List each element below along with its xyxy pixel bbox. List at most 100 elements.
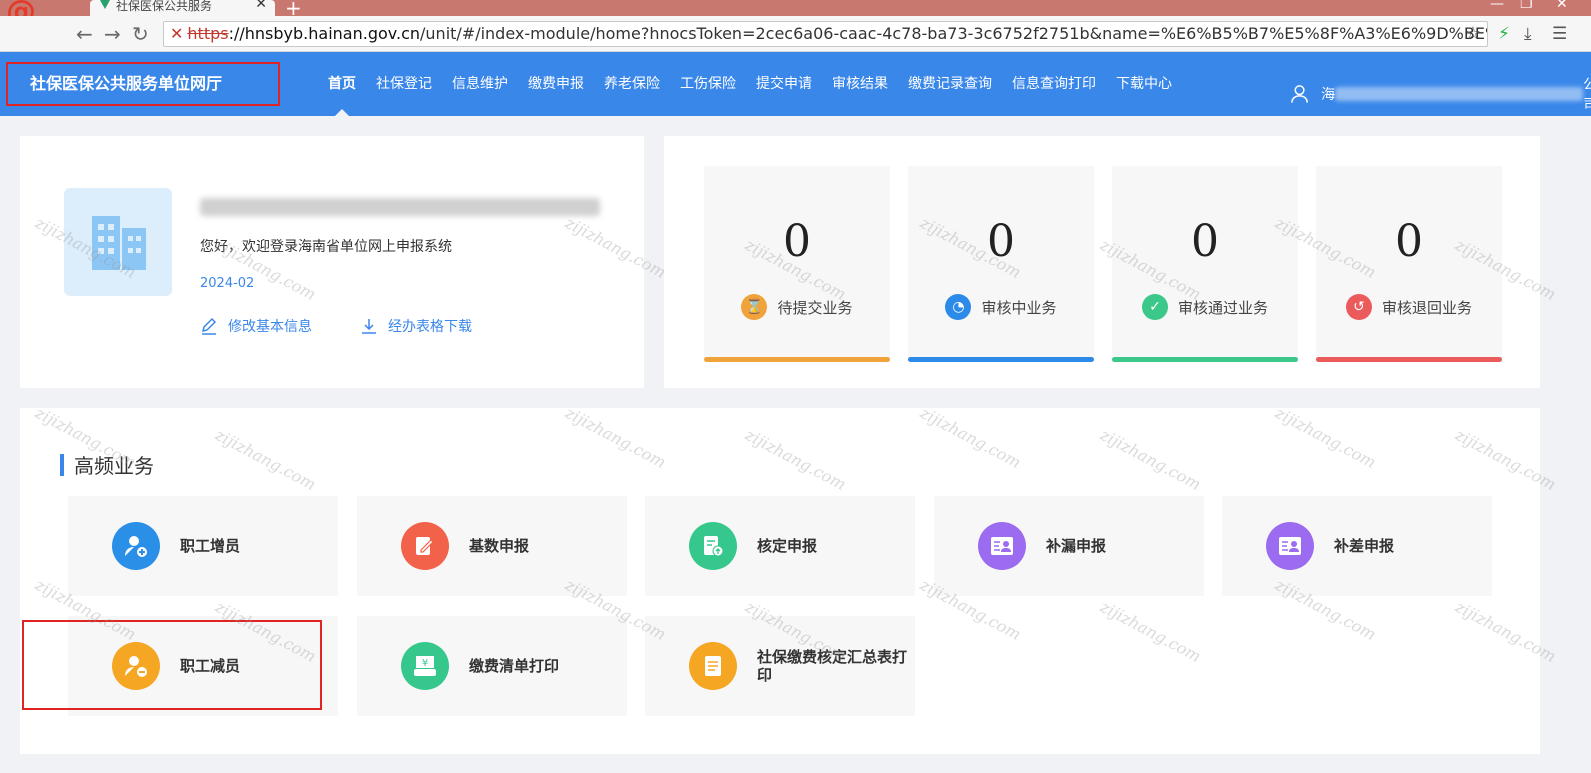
stat-card-1[interactable]: 0 ◔ 审核中业务	[908, 166, 1094, 362]
section-marker	[60, 453, 64, 476]
download-icon[interactable]: ⤓	[1524, 24, 1532, 44]
browser-tabstrip: @ 社保医保公共服务 ✕ + — ❐ ✕	[0, 0, 1591, 29]
stat-card-3[interactable]: 0 ↺ 审核退回业务	[1316, 166, 1502, 362]
nav-item-label: 审核结果	[832, 76, 888, 92]
active-caret-icon	[335, 109, 349, 116]
user-name-redacted	[1335, 87, 1584, 101]
business-tile-2[interactable]: 核定申报	[645, 496, 915, 596]
browser-tab[interactable]: 社保医保公共服务 ✕	[90, 0, 275, 16]
stat-label-row: ⌛ 待提交业务	[704, 294, 890, 320]
svg-text:¥: ¥	[422, 658, 428, 669]
stat-color-bar	[704, 357, 890, 362]
nav-item-5[interactable]: 工伤保险	[670, 52, 746, 116]
nav-item-label: 首页	[328, 76, 356, 92]
stat-label: 审核通过业务	[1177, 298, 1268, 317]
check-icon: ✓	[1141, 294, 1168, 320]
app-title[interactable]: 社保医保公共服务单位网厅	[6, 62, 280, 106]
user-name-suffix: 公司	[1583, 77, 1591, 113]
highlight-annotation-box	[22, 620, 322, 710]
stat-count: 0	[1395, 216, 1423, 267]
menu-icon[interactable]: ☰	[1552, 24, 1567, 44]
stat-label: 审核退回业务	[1381, 298, 1472, 317]
business-tile-1[interactable]: 基数申报	[357, 496, 627, 596]
edit-icon	[201, 317, 217, 335]
business-tile-label: 社保缴费核定汇总表打印	[757, 648, 908, 684]
stat-card-0[interactable]: 0 ⌛ 待提交业务	[704, 166, 890, 362]
business-tile-4[interactable]: 补差申报	[1222, 496, 1492, 596]
add-employee-icon	[112, 522, 160, 570]
nav-item-label: 下载中心	[1116, 76, 1172, 92]
business-tile-label: 核定申报	[757, 537, 818, 555]
minimize-icon[interactable]: —	[1490, 0, 1504, 12]
browser-toolbar: ← → ↻ ✕ https://hnsbyb.hainan.gov.cn/unit…	[0, 16, 1591, 52]
business-tile-label: 基数申报	[469, 537, 530, 555]
download-forms-label: 经办表格下载	[388, 319, 472, 335]
stat-color-bar	[1316, 357, 1502, 362]
stat-count: 0	[987, 216, 1015, 267]
back-icon[interactable]: ←	[76, 22, 93, 46]
summary-doc-icon	[689, 642, 737, 690]
stat-count: 0	[1191, 216, 1219, 267]
section-title: 高频业务	[60, 450, 154, 479]
business-tile-label: 缴费清单打印	[469, 657, 560, 675]
app-header: 社保医保公共服务单位网厅 首页 社保登记 信息维护 缴费申报 养老保险 工伤保险 提交申请 审…	[0, 52, 1591, 116]
nav-item-6[interactable]: 提交申请	[746, 52, 822, 116]
hourglass-icon: ⌛	[741, 294, 768, 320]
main-nav: 首页 社保登记 信息维护 缴费申报 养老保险 工伤保险 提交申请 审核结果 缴费记录查询 信息查询…	[318, 52, 1182, 116]
id-card-icon	[978, 522, 1026, 570]
user-area[interactable]: 海 公司	[1290, 74, 1591, 114]
business-tile-label: 补漏申报	[1046, 537, 1107, 555]
insecure-lock-icon: ✕	[170, 24, 184, 43]
url-host: ://hnsbyb.hainan.gov.cn	[228, 24, 421, 43]
welcome-text: 您好，欢迎登录海南省单位网上申报系统	[200, 239, 452, 255]
close-window-icon[interactable]: ✕	[1556, 0, 1568, 12]
reload-icon[interactable]: ↻	[132, 22, 149, 46]
yuan-print-icon: ¥	[401, 642, 449, 690]
nav-item-2[interactable]: 信息维护	[442, 52, 518, 116]
nav-item-4[interactable]: 养老保险	[594, 52, 670, 116]
company-name-redacted	[200, 198, 600, 216]
nav-item-7[interactable]: 审核结果	[822, 52, 898, 116]
bookmark-star-icon[interactable]: ☆	[1465, 22, 1481, 46]
nav-item-3[interactable]: 缴费申报	[518, 52, 594, 116]
user-name-prefix: 海	[1321, 87, 1336, 103]
nav-item-1[interactable]: 社保登记	[366, 52, 442, 116]
extension-icon[interactable]: ⚡	[1498, 24, 1510, 44]
edit-info-label: 修改基本信息	[228, 319, 312, 335]
business-tile-0[interactable]: 职工增员	[68, 496, 338, 596]
nav-item-10[interactable]: 下载中心	[1106, 52, 1182, 116]
download-forms-link[interactable]: 经办表格下载	[360, 316, 472, 336]
download-arrow-icon	[362, 319, 376, 334]
id-card-icon	[1266, 522, 1314, 570]
edit-info-link[interactable]: 修改基本信息	[200, 316, 312, 336]
stat-label-row: ✓ 审核通过业务	[1112, 294, 1298, 320]
business-tile-label: 职工增员	[180, 537, 241, 555]
nav-item-0[interactable]: 首页	[318, 52, 366, 116]
stat-label: 待提交业务	[777, 298, 853, 317]
user-icon	[1291, 85, 1308, 103]
clock-icon: ◔	[945, 294, 972, 320]
nav-item-label: 缴费记录查询	[908, 76, 992, 92]
stat-card-2[interactable]: 0 ✓ 审核通过业务	[1112, 166, 1298, 362]
nav-item-label: 养老保险	[604, 76, 660, 92]
site-favicon-icon	[100, 0, 110, 9]
tab-close-icon[interactable]: ✕	[255, 0, 267, 11]
url-scheme: https	[187, 24, 229, 43]
edit-report-icon	[401, 522, 449, 570]
business-tile-7[interactable]: 社保缴费核定汇总表打印	[645, 616, 915, 716]
nav-item-label: 信息维护	[452, 76, 508, 92]
stat-color-bar	[1112, 357, 1298, 362]
nav-item-label: 缴费申报	[528, 76, 584, 92]
upload-doc-icon	[689, 522, 737, 570]
maximize-icon[interactable]: ❐	[1520, 0, 1533, 12]
return-icon: ↺	[1345, 294, 1372, 320]
forward-icon[interactable]: →	[104, 22, 121, 46]
login-date: 2024-02	[200, 276, 255, 291]
profile-panel: 您好，欢迎登录海南省单位网上申报系统 2024-02 修改基本信息 经办表格下载	[20, 136, 644, 388]
nav-item-8[interactable]: 缴费记录查询	[898, 52, 1002, 116]
address-bar[interactable]: ✕ https://hnsbyb.hainan.gov.cn/unit/#/ind…	[163, 21, 1488, 47]
business-tile-3[interactable]: 补漏申报	[934, 496, 1204, 596]
nav-item-label: 工伤保险	[680, 76, 736, 92]
business-tile-6[interactable]: ¥ 缴费清单打印	[357, 616, 627, 716]
nav-item-9[interactable]: 信息查询打印	[1002, 52, 1106, 116]
